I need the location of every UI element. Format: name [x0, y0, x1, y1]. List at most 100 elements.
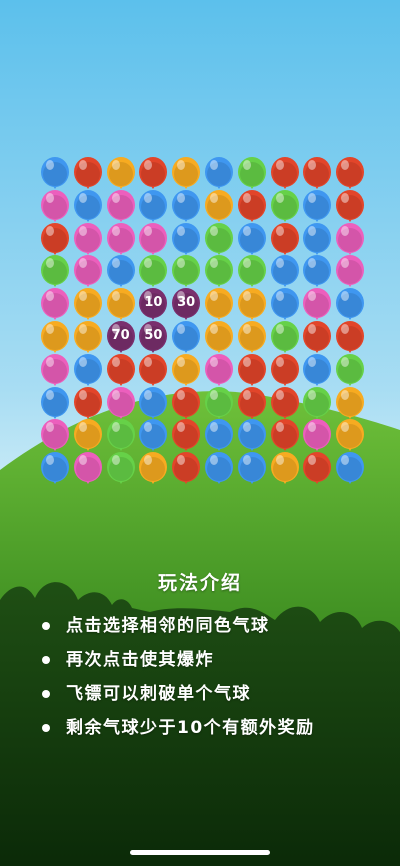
orange-balloon[interactable] [73, 321, 103, 357]
orange-balloon[interactable] [171, 157, 201, 193]
green-balloon[interactable] [204, 222, 234, 259]
blue-balloon[interactable] [171, 321, 201, 357]
pink-balloon[interactable] [40, 419, 70, 455]
blue-balloon[interactable] [40, 157, 70, 193]
orange-balloon[interactable] [204, 189, 234, 226]
green-balloon[interactable] [302, 386, 332, 423]
green-balloon[interactable] [270, 321, 300, 357]
orange-balloon[interactable] [335, 386, 365, 423]
purple-balloon[interactable]: 10 [138, 288, 168, 324]
blue-balloon[interactable] [237, 222, 267, 259]
blue-balloon[interactable] [237, 452, 267, 488]
home-indicator[interactable] [130, 850, 270, 855]
green-balloon[interactable] [106, 419, 136, 455]
red-balloon[interactable] [171, 452, 201, 488]
pink-balloon[interactable] [73, 222, 103, 259]
orange-balloon[interactable] [106, 288, 136, 324]
red-balloon[interactable] [73, 157, 103, 193]
blue-balloon[interactable] [40, 452, 70, 488]
orange-balloon[interactable] [237, 321, 267, 357]
blue-balloon[interactable] [270, 288, 300, 324]
blue-balloon[interactable] [40, 386, 70, 423]
green-balloon[interactable] [204, 255, 234, 291]
red-balloon[interactable] [335, 189, 365, 226]
orange-balloon[interactable] [204, 321, 234, 357]
pink-balloon[interactable] [302, 419, 332, 455]
blue-balloon[interactable] [302, 255, 332, 291]
blue-balloon[interactable] [138, 386, 168, 423]
orange-balloon[interactable] [171, 353, 201, 390]
green-balloon[interactable] [270, 189, 300, 226]
red-balloon[interactable] [302, 157, 332, 193]
blue-balloon[interactable] [204, 419, 234, 455]
purple-balloon[interactable]: 50 [138, 321, 168, 357]
red-balloon[interactable] [40, 222, 70, 259]
red-balloon[interactable] [106, 353, 136, 390]
pink-balloon[interactable] [138, 222, 168, 259]
orange-balloon[interactable] [73, 419, 103, 455]
red-balloon[interactable] [237, 189, 267, 226]
pink-balloon[interactable] [40, 189, 70, 226]
pink-balloon[interactable] [106, 386, 136, 423]
red-balloon[interactable] [335, 157, 365, 193]
purple-balloon[interactable]: 70 [106, 321, 136, 357]
pink-balloon[interactable] [204, 353, 234, 390]
pink-balloon[interactable] [302, 288, 332, 324]
green-balloon[interactable] [204, 386, 234, 423]
blue-balloon[interactable] [138, 419, 168, 455]
pink-balloon[interactable] [335, 222, 365, 259]
red-balloon[interactable] [302, 452, 332, 488]
blue-balloon[interactable] [171, 222, 201, 259]
orange-balloon[interactable] [40, 321, 70, 357]
red-balloon[interactable] [73, 386, 103, 423]
blue-balloon[interactable] [270, 255, 300, 291]
blue-balloon[interactable] [138, 189, 168, 226]
orange-balloon[interactable] [138, 452, 168, 488]
red-balloon[interactable] [138, 353, 168, 390]
green-balloon[interactable] [40, 255, 70, 291]
blue-balloon[interactable] [237, 419, 267, 455]
orange-balloon[interactable] [204, 288, 234, 324]
blue-balloon[interactable] [73, 189, 103, 226]
red-balloon[interactable] [171, 419, 201, 455]
green-balloon[interactable] [335, 353, 365, 390]
blue-balloon[interactable] [302, 222, 332, 259]
blue-balloon[interactable] [73, 353, 103, 390]
red-balloon[interactable] [335, 321, 365, 357]
pink-balloon[interactable] [335, 255, 365, 291]
pink-balloon[interactable] [106, 189, 136, 226]
blue-balloon[interactable] [204, 452, 234, 488]
green-balloon[interactable] [171, 255, 201, 291]
blue-balloon[interactable] [204, 157, 234, 193]
pink-balloon[interactable] [40, 353, 70, 390]
blue-balloon[interactable] [335, 452, 365, 488]
red-balloon[interactable] [270, 419, 300, 455]
red-balloon[interactable] [270, 157, 300, 193]
green-balloon[interactable] [237, 255, 267, 291]
green-balloon[interactable] [106, 452, 136, 488]
red-balloon[interactable] [171, 386, 201, 423]
red-balloon[interactable] [270, 386, 300, 423]
green-balloon[interactable] [138, 255, 168, 291]
red-balloon[interactable] [138, 157, 168, 193]
orange-balloon[interactable] [270, 452, 300, 488]
pink-balloon[interactable] [73, 255, 103, 291]
red-balloon[interactable] [237, 353, 267, 390]
blue-balloon[interactable] [302, 353, 332, 390]
red-balloon[interactable] [270, 222, 300, 259]
pink-balloon[interactable] [106, 222, 136, 259]
orange-balloon[interactable] [335, 419, 365, 455]
orange-balloon[interactable] [237, 288, 267, 324]
blue-balloon[interactable] [335, 288, 365, 324]
blue-balloon[interactable] [171, 189, 201, 226]
blue-balloon[interactable] [302, 189, 332, 226]
pink-balloon[interactable] [40, 288, 70, 324]
orange-balloon[interactable] [106, 157, 136, 193]
red-balloon[interactable] [270, 353, 300, 390]
purple-balloon[interactable]: 30 [171, 288, 201, 324]
pink-balloon[interactable] [73, 452, 103, 488]
blue-balloon[interactable] [106, 255, 136, 291]
red-balloon[interactable] [237, 386, 267, 423]
orange-balloon[interactable] [73, 288, 103, 324]
green-balloon[interactable] [237, 157, 267, 193]
